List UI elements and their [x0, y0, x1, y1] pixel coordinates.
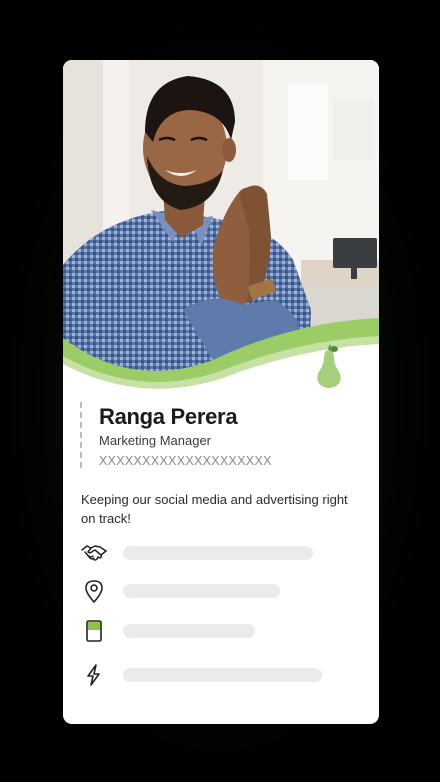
location-pin-icon	[81, 578, 107, 604]
contact-row-location[interactable]	[81, 578, 361, 604]
id-card-icon	[81, 618, 107, 644]
contact-placeholder-bar	[123, 546, 313, 560]
contact-row-card[interactable]	[81, 618, 361, 644]
profile-id-number: XXXXXXXXXXXXXXXXXXXX	[99, 454, 272, 468]
profile-bio: Keeping our social media and advertising…	[81, 492, 348, 526]
profile-card: Ranga Perera Marketing Manager XXXXXXXXX…	[63, 60, 379, 724]
profile-photo	[63, 60, 379, 390]
contact-placeholder-bar	[123, 668, 322, 682]
identity-block: Ranga Perera Marketing Manager XXXXXXXXX…	[80, 402, 350, 468]
contact-row-energy[interactable]	[81, 662, 361, 688]
contact-row-handshake[interactable]	[81, 540, 361, 566]
profile-role: Marketing Manager	[99, 433, 211, 448]
contact-placeholder-bar	[123, 584, 280, 598]
pear-logo-icon	[314, 344, 344, 388]
profile-name: Ranga Perera	[99, 404, 238, 429]
app-screen: Ranga Perera Marketing Manager XXXXXXXXX…	[0, 0, 440, 782]
lightning-icon	[81, 662, 107, 688]
contact-placeholder-bar	[123, 624, 255, 638]
handshake-icon	[81, 540, 107, 566]
